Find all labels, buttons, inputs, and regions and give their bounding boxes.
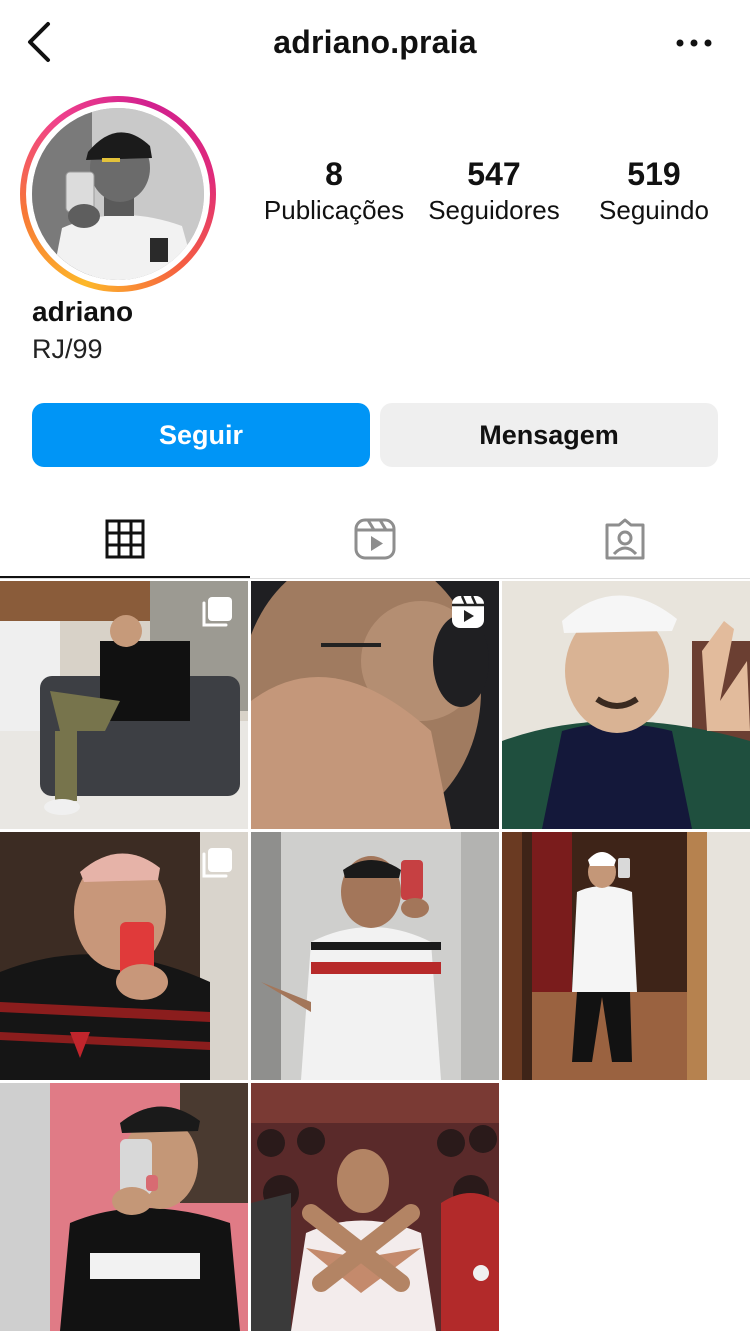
profile-display-name: adriano xyxy=(32,296,134,327)
following-count-label: Seguindo xyxy=(599,195,709,225)
post-tile-6[interactable] xyxy=(502,832,750,1080)
tab-posts-grid[interactable] xyxy=(0,500,250,578)
post-tile-3[interactable] xyxy=(502,581,750,829)
post-tile-5[interactable] xyxy=(251,832,499,1080)
avatar[interactable] xyxy=(32,108,204,280)
posts-count[interactable]: 8 Publicações xyxy=(254,154,414,226)
followers-count-label: Seguidores xyxy=(428,195,560,225)
carousel-icon xyxy=(202,597,232,627)
posts-count-value: 8 xyxy=(325,156,343,192)
post-tile-7[interactable] xyxy=(0,1083,248,1331)
followers-count-value: 547 xyxy=(467,156,521,192)
reels-icon xyxy=(354,518,396,560)
reel-icon xyxy=(452,595,484,628)
posts-count-label: Publicações xyxy=(263,195,405,225)
post-photo xyxy=(502,832,750,1080)
post-photo xyxy=(251,832,499,1080)
following-count[interactable]: 519 Seguindo xyxy=(574,154,734,226)
tab-tagged[interactable] xyxy=(500,500,750,578)
post-tile-4[interactable] xyxy=(0,832,248,1080)
post-photo xyxy=(502,581,750,829)
message-button[interactable]: Mensagem xyxy=(380,403,718,467)
post-tile-1[interactable] xyxy=(0,581,248,829)
tab-reels[interactable] xyxy=(250,500,500,578)
top-bar: adriano.praia xyxy=(0,0,750,88)
post-tile-2[interactable] xyxy=(251,581,499,829)
tagged-icon xyxy=(605,518,645,560)
grid-icon xyxy=(105,519,145,559)
more-options-icon[interactable] xyxy=(674,28,714,58)
post-photo xyxy=(251,1083,499,1331)
profile-username-title: adriano.praia xyxy=(273,24,477,60)
following-count-value: 519 xyxy=(627,156,681,192)
post-photo xyxy=(0,1083,248,1331)
follow-button[interactable]: Seguir xyxy=(32,403,370,467)
story-ring[interactable] xyxy=(20,96,216,292)
profile-bio: RJ/99 xyxy=(32,334,103,364)
carousel-icon xyxy=(202,848,232,878)
profile-tabs xyxy=(0,500,750,580)
profile-stats: 8 Publicações 547 Seguidores 519 Seguind… xyxy=(258,154,728,244)
tabs-divider xyxy=(0,578,750,579)
post-tile-8[interactable] xyxy=(251,1083,499,1331)
followers-count[interactable]: 547 Seguidores xyxy=(414,154,574,226)
